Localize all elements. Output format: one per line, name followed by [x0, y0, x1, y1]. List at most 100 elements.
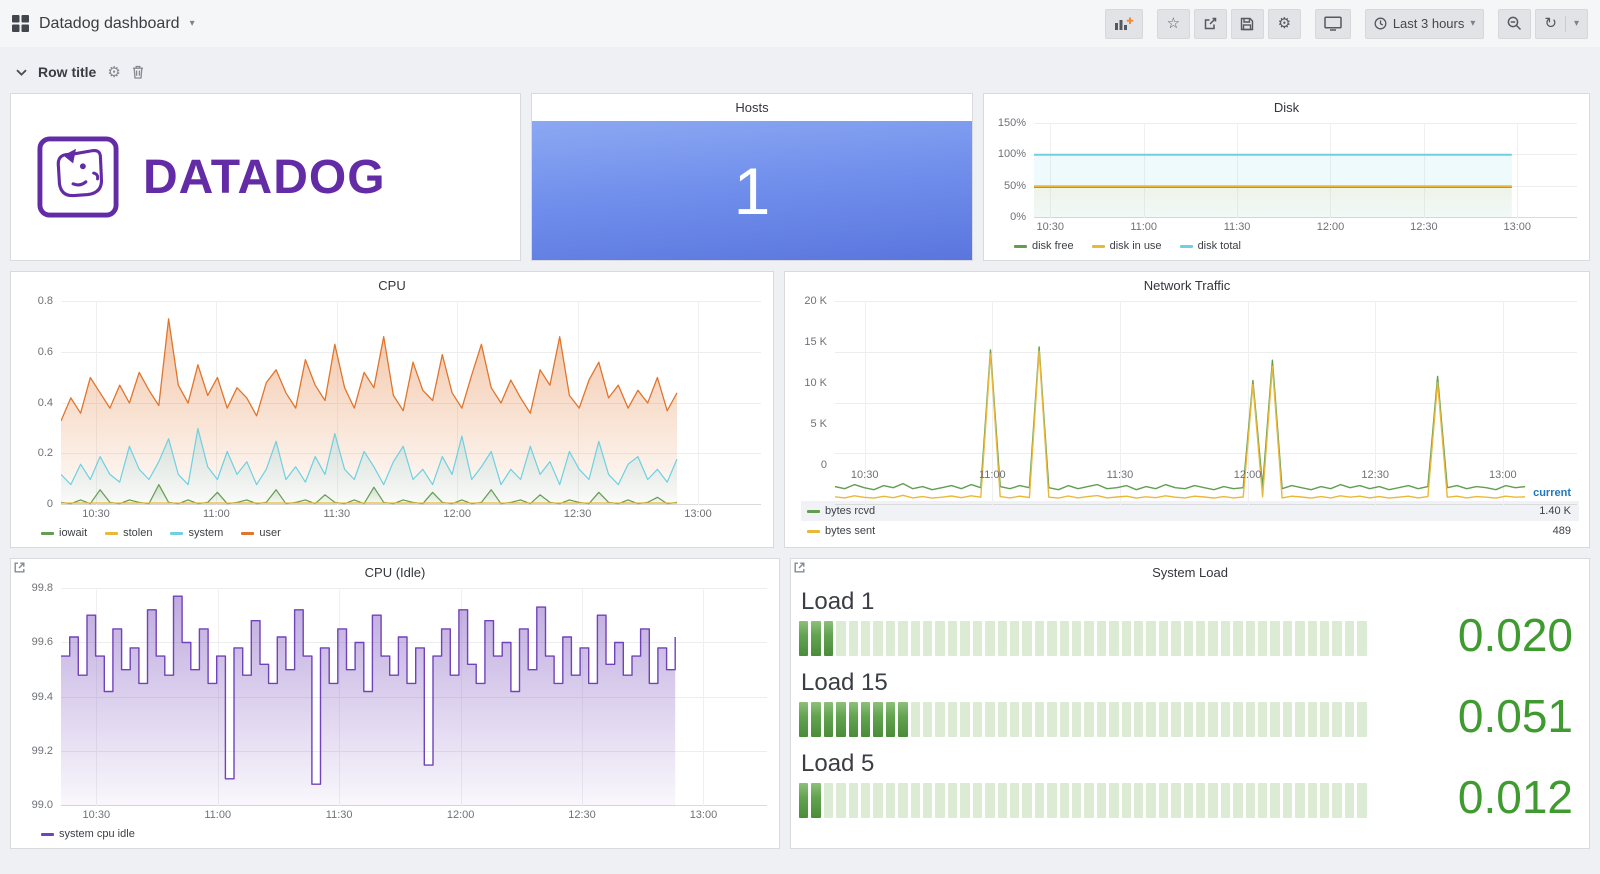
legend-item[interactable]: disk in use — [1092, 240, 1162, 252]
load-bar-segment — [1072, 621, 1081, 656]
panel-link-icon[interactable] — [13, 561, 26, 574]
panel-title[interactable]: CPU (Idle) — [11, 559, 779, 586]
load-label: Load 1 — [801, 588, 1367, 616]
refresh-caret-icon[interactable]: ▾ — [1574, 19, 1579, 29]
load-bar-segment — [998, 702, 1007, 737]
row-title[interactable]: Row title — [38, 64, 96, 80]
chart-plot[interactable] — [61, 588, 767, 805]
load-bar-segment — [1022, 621, 1031, 656]
x-tick-label: 10:30 — [1037, 221, 1065, 233]
tv-icon — [1324, 16, 1342, 31]
legend-item[interactable]: system — [170, 527, 223, 539]
legend-value: 1.40 K — [1539, 505, 1571, 517]
load-bar-segment — [898, 783, 907, 818]
load-bar-segment — [1060, 783, 1069, 818]
legend-color-marker — [807, 530, 820, 533]
load-bar-segment — [898, 702, 907, 737]
y-tick-label: 0.4 — [38, 397, 53, 409]
load-bar — [799, 621, 1367, 656]
dashboard-title-caret-icon[interactable]: ▾ — [190, 19, 195, 29]
load-bar-segment — [799, 783, 808, 818]
panel-title[interactable]: System Load — [791, 559, 1589, 586]
load-bar-segment — [1134, 621, 1143, 656]
gear-icon: ⚙ — [1278, 16, 1291, 31]
zoom-out-icon — [1507, 16, 1522, 31]
toolbar-actions: ☆ ⚙ Last 3 hours ▾ ↻ ▾ — [1101, 9, 1588, 39]
panel-title[interactable]: Hosts — [532, 94, 972, 121]
row-delete-button[interactable] — [132, 65, 144, 79]
save-button[interactable] — [1231, 9, 1264, 39]
x-tick-label: 12:30 — [1361, 469, 1389, 481]
load-bar-segment — [1134, 702, 1143, 737]
legend-item[interactable]: stolen — [105, 527, 152, 539]
share-icon — [1203, 16, 1218, 31]
load-bar-segment — [1084, 702, 1093, 737]
y-tick-label: 0% — [1010, 211, 1026, 223]
load-bar-segment — [1208, 621, 1217, 656]
refresh-button[interactable]: ↻ ▾ — [1535, 9, 1588, 39]
load-bar-segment — [1295, 621, 1304, 656]
y-tick-label: 50% — [1004, 180, 1026, 192]
legend-item[interactable]: iowait — [41, 527, 87, 539]
load-bar-segment — [799, 702, 808, 737]
row-header: Row title ⚙ — [0, 47, 1600, 93]
panel-title[interactable]: Network Traffic — [785, 272, 1589, 299]
load-bar-segment — [1022, 702, 1031, 737]
star-button[interactable]: ☆ — [1157, 9, 1190, 39]
y-tick-label: 5 K — [810, 418, 827, 430]
load-bar-segment — [873, 621, 882, 656]
load-bar — [799, 702, 1367, 737]
load-bar-segment — [1308, 621, 1317, 656]
load-bar-segment — [1308, 783, 1317, 818]
chart-plot[interactable] — [835, 301, 1577, 465]
add-panel-button[interactable] — [1105, 9, 1143, 39]
load-bar-segment — [1221, 783, 1230, 818]
legend-row[interactable]: bytes sent489 — [801, 521, 1579, 541]
panel-link-icon[interactable] — [793, 561, 806, 574]
dashboard-title-group[interactable]: Datadog dashboard ▾ — [12, 15, 195, 33]
panel-hosts: Hosts 1 — [531, 93, 973, 261]
load-bar-segment — [985, 783, 994, 818]
load-bar-segment — [1060, 702, 1069, 737]
button-divider — [1565, 16, 1566, 32]
load-bar-segment — [1345, 702, 1354, 737]
load-bar-segment — [824, 621, 833, 656]
apps-grid-icon[interactable] — [12, 15, 29, 32]
chart-legend: disk free disk in use disk total — [984, 237, 1589, 260]
time-range-label: Last 3 hours — [1393, 16, 1465, 31]
row-settings-button[interactable]: ⚙ — [107, 65, 120, 80]
load-bar-segment — [1270, 621, 1279, 656]
dashboard-title[interactable]: Datadog dashboard — [39, 15, 180, 33]
legend-item[interactable]: disk free — [1014, 240, 1074, 252]
load-bar-segment — [1060, 621, 1069, 656]
legend-item[interactable]: user — [241, 527, 280, 539]
legend-color-marker — [1180, 245, 1193, 248]
hosts-stat-body[interactable]: 1 — [532, 121, 972, 260]
load-bar-segment — [1283, 702, 1292, 737]
panel-title[interactable]: CPU — [11, 272, 773, 299]
x-axis: 10:3011:0011:3012:0012:3013:00 — [61, 805, 767, 825]
share-button[interactable] — [1194, 9, 1227, 39]
y-tick-label: 15 K — [804, 336, 827, 348]
x-tick-label: 10:30 — [82, 508, 110, 520]
legend-item[interactable]: disk total — [1180, 240, 1241, 252]
load-bar-segment — [960, 702, 969, 737]
x-tick-label: 12:30 — [568, 809, 596, 821]
load-bar-segment — [1159, 783, 1168, 818]
chart-plot[interactable] — [61, 301, 761, 504]
row-collapse-button[interactable] — [16, 69, 27, 76]
load-bar-segment — [948, 621, 957, 656]
load-bar-segment — [1122, 783, 1131, 818]
tv-mode-button[interactable] — [1315, 9, 1351, 39]
panel-title[interactable]: Disk — [984, 94, 1589, 121]
y-tick-label: 20 K — [804, 295, 827, 307]
chart-plot[interactable] — [1034, 123, 1577, 217]
load-bar-segment — [1097, 621, 1106, 656]
zoom-out-button[interactable] — [1498, 9, 1531, 39]
time-range-button[interactable]: Last 3 hours ▾ — [1365, 9, 1485, 39]
legend-item[interactable]: system cpu idle — [41, 828, 135, 840]
load-bar-segment — [923, 621, 932, 656]
settings-button[interactable]: ⚙ — [1268, 9, 1301, 39]
load-bar-segment — [985, 702, 994, 737]
load-bar-segment — [1320, 621, 1329, 656]
